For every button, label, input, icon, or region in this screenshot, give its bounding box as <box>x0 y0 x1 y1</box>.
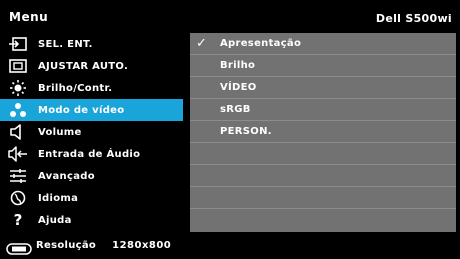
brightness-icon <box>8 80 28 96</box>
option-label: VÍDEO <box>220 82 257 93</box>
video-mode-submenu: ✓ Apresentação Brilho VÍDEO sRGB PERSON. <box>190 33 456 232</box>
auto-adjust-icon <box>8 58 28 74</box>
option-empty <box>190 143 456 165</box>
option-srgb[interactable]: sRGB <box>190 99 456 121</box>
resolution-value: 1280x800 <box>112 240 172 251</box>
menu-item-label: Entrada de Áudio <box>38 148 141 160</box>
option-bright[interactable]: Brilho <box>190 55 456 77</box>
option-video[interactable]: VÍDEO <box>190 77 456 99</box>
option-label: Apresentação <box>220 38 302 49</box>
option-label: sRGB <box>220 104 251 115</box>
projector-osd: Menu Dell S500wi SEL. ENT. AJUSTAR AUTO.… <box>0 0 460 257</box>
menu-title: Menu <box>9 10 49 24</box>
language-icon <box>8 190 28 206</box>
resolution-icon <box>6 240 32 255</box>
menu-item-label: Brilho/Contr. <box>38 82 113 94</box>
projector-model: Dell S500wi <box>375 12 452 25</box>
checkmark-icon: ✓ <box>196 36 207 51</box>
menu-item-language[interactable]: Idioma <box>0 187 183 209</box>
help-icon: ? <box>13 211 23 229</box>
menu-item-input-source[interactable]: SEL. ENT. <box>0 33 183 55</box>
audio-input-icon <box>8 146 28 162</box>
menu-item-label: Modo de vídeo <box>38 104 125 116</box>
menu-item-volume[interactable]: Volume <box>0 121 183 143</box>
speaker-icon <box>8 124 28 140</box>
menu-item-advanced[interactable]: Avançado <box>0 165 183 187</box>
option-empty <box>190 209 456 230</box>
option-empty <box>190 165 456 187</box>
menu-item-help[interactable]: ? Ajuda <box>0 209 183 231</box>
option-custom[interactable]: PERSON. <box>190 121 456 143</box>
menu-item-video-mode[interactable]: Modo de vídeo <box>0 99 183 121</box>
menu-item-auto-adjust[interactable]: AJUSTAR AUTO. <box>0 55 183 77</box>
video-mode-icon <box>8 102 28 118</box>
option-presentation[interactable]: ✓ Apresentação <box>190 33 456 55</box>
menu-item-label: Volume <box>38 126 82 138</box>
menu-item-brightness[interactable]: Brilho/Contr. <box>0 77 183 99</box>
menu-item-label: Idioma <box>38 192 79 204</box>
menu-item-audio-input[interactable]: Entrada de Áudio <box>0 143 183 165</box>
menu-item-label: Ajuda <box>38 214 72 226</box>
resolution-label: Resolução <box>36 240 97 251</box>
option-empty <box>190 187 456 209</box>
option-label: PERSON. <box>220 126 272 137</box>
menu-item-label: AJUSTAR AUTO. <box>38 60 129 72</box>
status-footer: Resolução 1280x800 <box>0 234 460 257</box>
advanced-sliders-icon <box>8 168 28 184</box>
menu-item-label: Avançado <box>38 170 95 182</box>
osd-header: Menu Dell S500wi <box>0 0 460 33</box>
input-source-icon <box>8 36 28 52</box>
main-menu: SEL. ENT. AJUSTAR AUTO. Brilho/Contr. Mo… <box>0 33 183 232</box>
menu-item-label: SEL. ENT. <box>38 38 93 50</box>
option-label: Brilho <box>220 60 256 71</box>
